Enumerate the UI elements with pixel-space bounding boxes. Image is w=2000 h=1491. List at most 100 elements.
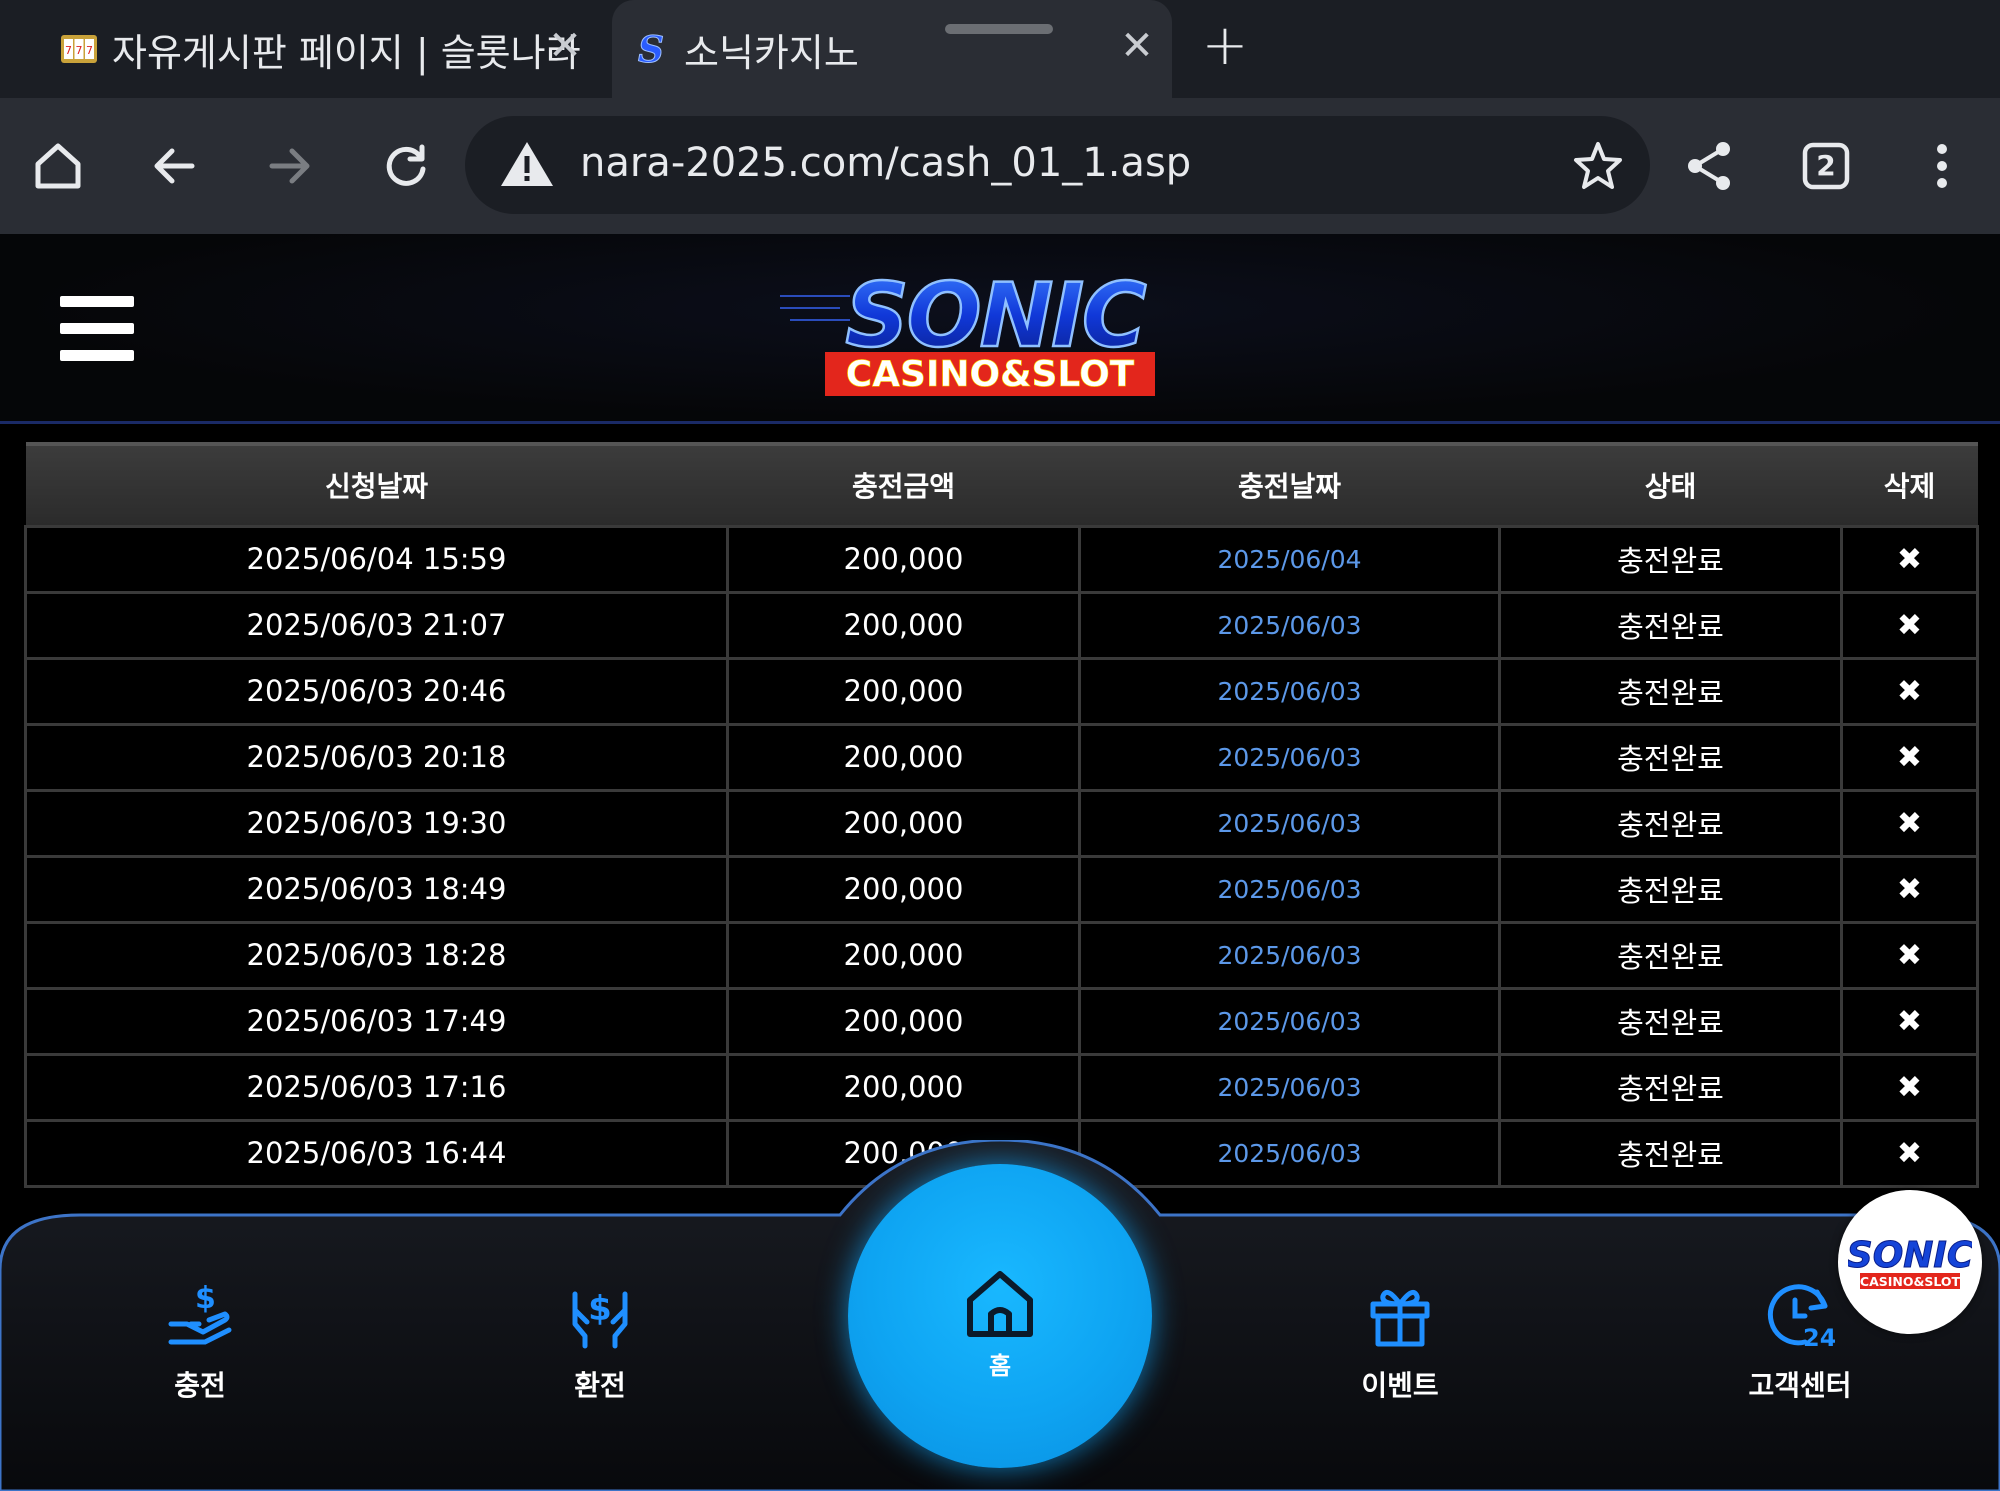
delete-icon[interactable]: ✖ [1840, 590, 1979, 660]
delete-icon[interactable]: ✖ [1840, 1052, 1979, 1122]
more-menu-icon[interactable] [1908, 132, 1976, 200]
forward-arrow-icon[interactable] [256, 132, 324, 200]
table-row: 2025/06/03 18:49 200,000 2025/06/03 충전완료 ✖ [24, 854, 1979, 924]
table-row: 2025/06/03 18:28 200,000 2025/06/03 충전완료 ✖ [24, 920, 1979, 990]
table-row: 2025/06/04 15:59 200,000 2025/06/04 충전완료 ✖ [24, 524, 1979, 594]
charged-date-link[interactable]: 2025/06/03 [1078, 1052, 1501, 1122]
delete-icon[interactable]: ✖ [1840, 524, 1979, 594]
amount-cell: 200,000 [726, 1052, 1081, 1122]
sonic-s-icon: S [632, 30, 670, 68]
table-header-row: 신청날짜 충전금액 충전날짜 상태 삭제 [25, 442, 1978, 526]
close-tab-icon[interactable]: ✕ [1117, 26, 1157, 66]
status-cell: 충전완료 [1498, 920, 1843, 990]
nav-home-label: 홈 [988, 1352, 1012, 1380]
hands-dollar-icon: $ [565, 1280, 635, 1350]
delete-icon[interactable]: ✖ [1840, 656, 1979, 726]
charged-date-link[interactable]: 2025/06/03 [1078, 788, 1501, 858]
status-cell: 충전완료 [1498, 656, 1843, 726]
warning-icon[interactable] [497, 134, 557, 194]
header-charged-date: 충전날짜 [1079, 442, 1500, 526]
delete-icon[interactable]: ✖ [1840, 920, 1979, 990]
delete-icon[interactable]: ✖ [1840, 722, 1979, 792]
home-icon [962, 1266, 1038, 1342]
svg-text:7: 7 [65, 44, 72, 57]
address-bar[interactable]: nara-2025.com/cash_01_1.asp [465, 116, 1650, 214]
bottom-navigation: $ 충전 $ 환전 홈 이벤트 24 고객센터 [0, 1140, 2000, 1491]
nav-event[interactable]: 이벤트 [1310, 1280, 1490, 1404]
charge-history-table: 신청날짜 충전금액 충전날짜 상태 삭제 2025/06/04 15:59 200… [24, 442, 1979, 1188]
charged-date-link[interactable]: 2025/06/03 [1078, 986, 1501, 1056]
status-cell: 충전완료 [1498, 722, 1843, 792]
amount-cell: 200,000 [726, 524, 1081, 594]
svg-text:SONIC: SONIC [1848, 1235, 1972, 1276]
charged-date-link[interactable]: 2025/06/03 [1078, 920, 1501, 990]
slot-machine-icon: 7 7 7 [60, 30, 98, 68]
hamburger-menu-icon[interactable] [60, 296, 134, 362]
table-row: 2025/06/03 19:30 200,000 2025/06/03 충전완료 ✖ [24, 788, 1979, 858]
home-icon[interactable] [24, 132, 92, 200]
svg-text:$: $ [195, 1281, 216, 1316]
svg-text:SONIC: SONIC [845, 264, 1146, 367]
status-cell: 충전완료 [1498, 590, 1843, 660]
requested-date-cell: 2025/06/03 20:18 [24, 722, 729, 792]
nav-charge-label: 충전 [174, 1369, 226, 1402]
status-cell: 충전완료 [1498, 1052, 1843, 1122]
url-text: nara-2025.com/cash_01_1.asp [580, 140, 1192, 186]
status-cell: 충전완료 [1498, 788, 1843, 858]
back-arrow-icon[interactable] [140, 132, 208, 200]
charged-date-link[interactable]: 2025/06/03 [1078, 722, 1501, 792]
24-hour-support-icon: 24 [1765, 1280, 1836, 1352]
requested-date-cell: 2025/06/03 20:46 [24, 656, 729, 726]
header-requested-date: 신청날짜 [25, 442, 728, 526]
svg-text:S: S [638, 30, 664, 68]
close-tab-icon[interactable]: ✕ [545, 26, 585, 66]
tab-title: 자유게시판 페이지 | 슬롯나라 [112, 30, 581, 75]
tab-free-board[interactable]: 7 7 7 자유게시판 페이지 | 슬롯나라 ✕ [0, 0, 610, 98]
nav-exchange[interactable]: $ 환전 [510, 1280, 690, 1404]
new-tab-button[interactable]: + [1200, 18, 1250, 74]
status-cell: 충전완료 [1498, 854, 1843, 924]
svg-text:7: 7 [76, 44, 83, 57]
site-header: SONIC CASINO&SLOT [0, 234, 2000, 424]
charged-date-link[interactable]: 2025/06/03 [1078, 656, 1501, 726]
browser-toolbar: nara-2025.com/cash_01_1.asp 2 [0, 98, 2000, 234]
bookmark-star-icon[interactable] [1570, 138, 1626, 194]
table-row: 2025/06/03 17:49 200,000 2025/06/03 충전완료 ✖ [24, 986, 1979, 1056]
charged-date-link[interactable]: 2025/06/03 [1078, 854, 1501, 924]
reload-icon[interactable] [372, 132, 440, 200]
amount-cell: 200,000 [726, 788, 1081, 858]
requested-date-cell: 2025/06/03 19:30 [24, 788, 729, 858]
requested-date-cell: 2025/06/03 21:07 [24, 590, 729, 660]
delete-icon[interactable]: ✖ [1840, 854, 1979, 924]
tab-title: 소닉카지노 [684, 30, 859, 75]
hand-coin-icon: $ [165, 1280, 235, 1350]
delete-icon[interactable]: ✖ [1840, 788, 1979, 858]
header-delete: 삭제 [1841, 442, 1978, 526]
nav-charge[interactable]: $ 충전 [110, 1280, 290, 1404]
charged-date-link[interactable]: 2025/06/03 [1078, 590, 1501, 660]
tab-switcher-icon[interactable]: 2 [1792, 132, 1860, 200]
charged-date-link[interactable]: 2025/06/04 [1078, 524, 1501, 594]
tab-sonic-casino[interactable]: S 소닉카지노 ✕ [612, 0, 1172, 98]
status-cell: 충전완료 [1498, 986, 1843, 1056]
delete-icon[interactable]: ✖ [1840, 986, 1979, 1056]
amount-cell: 200,000 [726, 854, 1081, 924]
nav-exchange-label: 환전 [574, 1369, 626, 1402]
nav-home-button[interactable]: 홈 [848, 1164, 1152, 1468]
nav-support-label: 고객센터 [1748, 1369, 1852, 1402]
svg-text:CASINO&SLOT: CASINO&SLOT [846, 354, 1135, 395]
floating-sonic-logo-button[interactable]: SONIC CASINO&SLOT [1838, 1190, 1982, 1334]
svg-text:7: 7 [86, 44, 93, 57]
header-amount: 충전금액 [727, 442, 1080, 526]
header-status: 상태 [1499, 442, 1842, 526]
svg-text:$: $ [588, 1289, 612, 1329]
tab-drag-handle[interactable] [945, 24, 1053, 34]
table-row: 2025/06/03 17:16 200,000 2025/06/03 충전완료 ✖ [24, 1052, 1979, 1122]
table-row: 2025/06/03 20:46 200,000 2025/06/03 충전완료 ✖ [24, 656, 1979, 726]
amount-cell: 200,000 [726, 986, 1081, 1056]
sonic-casino-logo[interactable]: SONIC CASINO&SLOT [780, 258, 1190, 408]
share-icon[interactable] [1676, 132, 1744, 200]
amount-cell: 200,000 [726, 590, 1081, 660]
svg-text:24: 24 [1803, 1324, 1835, 1350]
gift-icon [1365, 1280, 1435, 1350]
